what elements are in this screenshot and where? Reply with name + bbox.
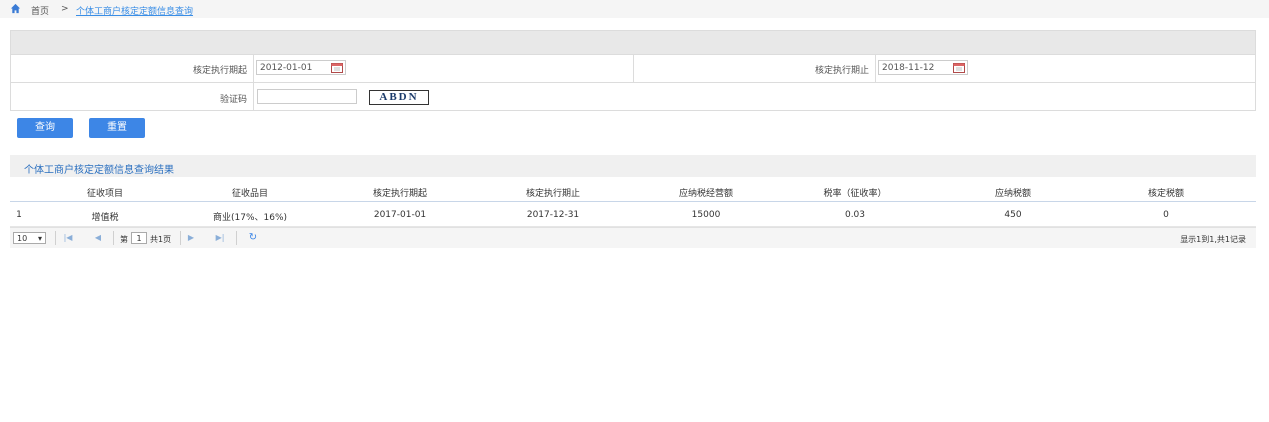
breadcrumb: 首页 > 个体工商户核定定额信息查询 xyxy=(0,0,1269,18)
calendar-icon[interactable] xyxy=(953,62,965,73)
separator xyxy=(113,231,114,245)
captcha-image[interactable]: ABDN xyxy=(369,90,429,105)
page-size-select[interactable]: 10 ▾ xyxy=(13,232,46,244)
first-page-icon[interactable]: |◀ xyxy=(63,233,73,243)
form-header-bar xyxy=(11,31,1255,55)
breadcrumb-home[interactable]: 首页 xyxy=(31,4,49,17)
table-cell: 450 xyxy=(1004,210,1022,220)
column-header: 核定税额 xyxy=(1147,189,1184,199)
pagination-bar: 10 ▾ |◀ ◀ 第 1 共1页 ▶ ▶| ↻ 显示1到1,共1记录 xyxy=(10,227,1256,248)
column-header: 核定执行期止 xyxy=(525,189,580,199)
reset-button[interactable]: 重置 xyxy=(89,118,145,138)
table-cell: 2017-01-01 xyxy=(373,210,427,220)
table-cell: 增值税 xyxy=(91,213,119,223)
page-label-suffix: 共1页 xyxy=(150,235,172,244)
column-header: 应纳税额 xyxy=(994,189,1031,199)
separator xyxy=(236,231,237,245)
results-title-bar: 个体工商户核定定额信息查询结果 xyxy=(10,155,1256,177)
page-number-input[interactable]: 1 xyxy=(131,232,147,244)
form-row-captcha: 验证码 ABDN xyxy=(11,83,1255,111)
table-cell: 15000 xyxy=(691,210,721,220)
refresh-icon[interactable]: ↻ xyxy=(248,233,258,243)
divider xyxy=(633,54,634,82)
divider xyxy=(253,83,254,111)
table-cell: 0.03 xyxy=(844,210,866,220)
table-cell: 2017-12-31 xyxy=(526,210,580,220)
separator xyxy=(180,231,181,245)
breadcrumb-separator: > xyxy=(61,4,69,14)
column-header: 应纳税经营额 xyxy=(678,189,733,199)
next-page-icon[interactable]: ▶ xyxy=(186,233,196,243)
column-header: 征收品目 xyxy=(231,189,268,199)
divider xyxy=(875,54,876,82)
column-header: 核定执行期起 xyxy=(372,189,427,199)
last-page-icon[interactable]: ▶| xyxy=(215,233,225,243)
prev-page-icon[interactable]: ◀ xyxy=(93,233,103,243)
row-index: 1 xyxy=(16,210,22,220)
home-icon[interactable] xyxy=(10,3,21,14)
table-cell: 0 xyxy=(1163,210,1169,220)
column-header: 征收项目 xyxy=(86,189,123,199)
pagination-info: 显示1到1,共1记录 xyxy=(1180,235,1246,244)
chevron-down-icon: ▾ xyxy=(37,234,42,243)
form-row-dates: 核定执行期起 核定执行期止 xyxy=(11,54,1255,83)
results-title: 个体工商户核定定额信息查询结果 xyxy=(24,165,174,176)
column-header: 税率（征收率） xyxy=(823,189,887,199)
calendar-icon[interactable] xyxy=(331,62,343,73)
table-row[interactable]: 1 增值税 商业(17%、16%) 2017-01-01 2017-12-31 … xyxy=(10,202,1256,227)
start-date-label: 核定执行期起 xyxy=(192,66,247,76)
query-button[interactable]: 查询 xyxy=(17,118,73,138)
captcha-input[interactable] xyxy=(257,89,357,104)
captcha-label: 验证码 xyxy=(219,95,247,105)
table-cell: 商业(17%、16%) xyxy=(212,213,288,223)
separator xyxy=(55,231,56,245)
end-date-label: 核定执行期止 xyxy=(814,66,869,76)
breadcrumb-current[interactable]: 个体工商户核定定额信息查询 xyxy=(76,4,193,17)
page-size-value: 10 xyxy=(17,234,28,243)
query-form: 核定执行期起 核定执行期止 验证码 ABDN xyxy=(10,30,1256,111)
page-label-prefix: 第 xyxy=(120,235,128,244)
results-table-header: 征收项目 征收品目 核定执行期起 核定执行期止 应纳税经营额 税率（征收率） 应… xyxy=(10,179,1256,202)
divider xyxy=(253,54,254,82)
